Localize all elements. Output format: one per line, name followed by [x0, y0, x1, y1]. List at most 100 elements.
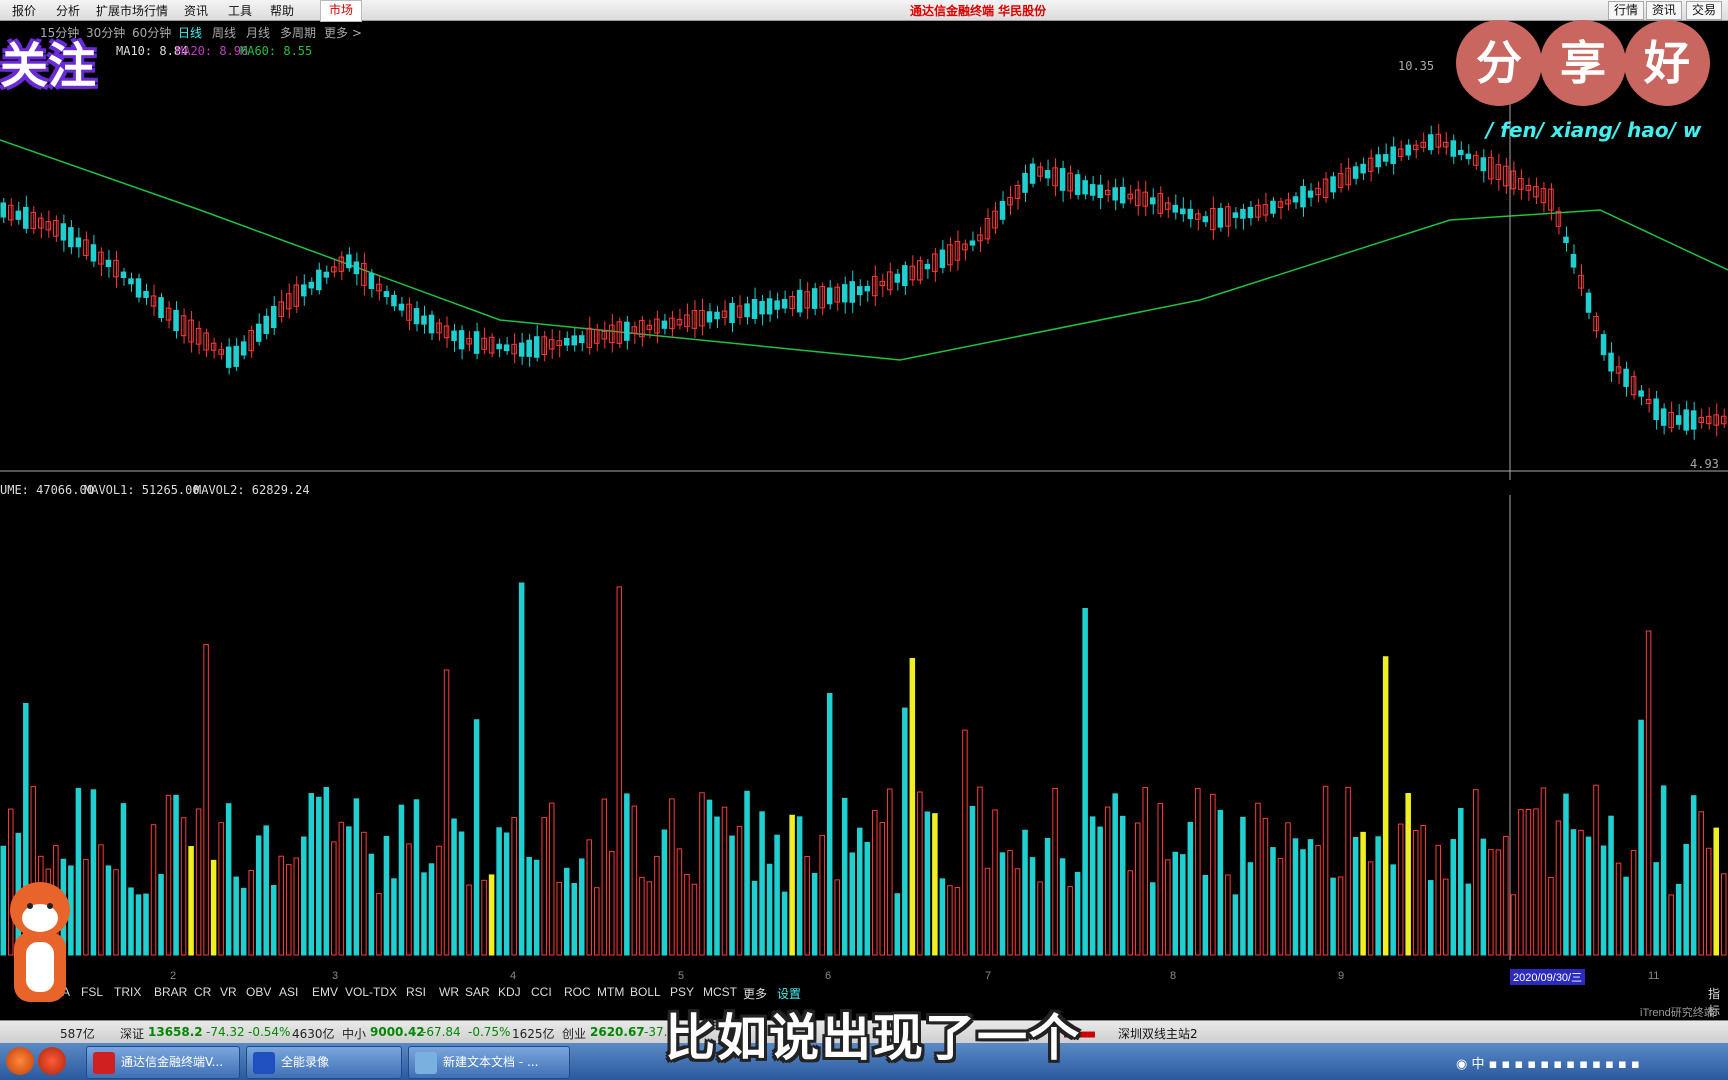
volume-bar [984, 867, 991, 956]
volume-bar [834, 879, 840, 956]
menu-help[interactable]: 帮助 [270, 2, 294, 19]
task-tdx[interactable]: 通达信金融终端V... [86, 1046, 240, 1079]
volume-bar [473, 719, 480, 956]
indicator-tab[interactable]: PSY [670, 985, 694, 999]
volume-bar [1255, 802, 1261, 956]
period-weekly[interactable]: 周线 [212, 24, 236, 41]
volume-bar [1660, 785, 1667, 956]
indicator-tab[interactable]: WR [439, 985, 459, 999]
volume-bar [323, 786, 330, 956]
indicator-tab[interactable]: CCI [531, 985, 552, 999]
task-recorder[interactable]: 全能录像 [246, 1046, 402, 1079]
volume-bar [1315, 845, 1321, 956]
indicator-tab[interactable]: ASI [279, 985, 298, 999]
indicator-tab[interactable]: MTM [597, 985, 624, 999]
kline-chart[interactable]: 10.35 4.93 [0, 40, 1728, 480]
volume-bar [225, 803, 232, 956]
volume-bar [1360, 831, 1366, 956]
volume-bar [1127, 870, 1133, 956]
volume-bar [1563, 793, 1569, 956]
indicator-tab[interactable]: VR [220, 985, 237, 999]
volume-chart[interactable] [0, 495, 1728, 960]
trade-button[interactable]: 交易 [1686, 1, 1723, 20]
indicator-tab[interactable]: KDJ [498, 985, 521, 999]
indicator-tab[interactable]: BRAR [154, 985, 187, 999]
indicator-tab[interactable]: SAR [465, 985, 490, 999]
volume-bar [1217, 809, 1224, 956]
start-button[interactable] [6, 1047, 34, 1075]
indicator-tab[interactable]: TRIX [114, 985, 141, 999]
volume-bar [1600, 845, 1607, 956]
period-monthly[interactable]: 月线 [246, 24, 270, 41]
volume-bar [1037, 881, 1043, 956]
volume-bar [1570, 829, 1577, 956]
indicator-tab[interactable]: CR [194, 985, 211, 999]
volume-bar [511, 817, 517, 956]
volume-bar [1104, 806, 1111, 956]
volume-bar [518, 582, 525, 956]
volume-bar [1187, 821, 1194, 956]
tray-icons[interactable]: ◉ 中 ▪ ▪ ▪ ▪ ▪ ▪ ▪ ▪ ▪ ▪ ▪ ▪ [1456, 1053, 1640, 1072]
volume-bar [413, 799, 420, 956]
candle [496, 343, 502, 350]
indicator-tab[interactable]: EMV [312, 985, 338, 999]
candle [1510, 170, 1517, 190]
candle [1262, 204, 1269, 216]
volume-bar [180, 817, 187, 956]
volume-bar [533, 859, 540, 956]
task-notepad[interactable]: 新建文本文档 - ... [408, 1046, 570, 1079]
indicator-tab[interactable]: VOL-TDX [345, 985, 397, 999]
volume-bar [203, 644, 209, 956]
volume-bar [1458, 808, 1464, 956]
period-more[interactable]: 更多 > [324, 24, 362, 41]
volume-bar [1322, 785, 1329, 956]
menu-quote[interactable]: 报价 [12, 2, 36, 19]
candle [1315, 187, 1321, 196]
menu-tools[interactable]: 工具 [228, 2, 252, 19]
volume-bar [879, 822, 886, 956]
market-button[interactable]: 市场 [320, 0, 363, 22]
candle [1563, 236, 1569, 244]
volume-bar [736, 826, 743, 956]
menu-analysis[interactable]: 分析 [56, 2, 80, 19]
volume-bar [1375, 836, 1381, 956]
quote-button[interactable]: 行情 [1608, 1, 1645, 20]
volume-bar [541, 817, 547, 956]
volume-bar [346, 826, 352, 956]
volume-bar [917, 791, 923, 956]
sz-value: 13658.2 [148, 1025, 203, 1039]
volume-bar [1548, 876, 1554, 956]
volume-bar [1698, 811, 1704, 956]
indicator-tab[interactable]: ROC [564, 985, 591, 999]
volume-bar [1533, 808, 1539, 956]
candle [1668, 411, 1674, 429]
indicator-tab[interactable]: RSI [406, 985, 426, 999]
sh-amount: 587亿 [60, 1027, 95, 1041]
volume-bar [1555, 820, 1562, 956]
volume-bar [1149, 882, 1156, 956]
menu-news[interactable]: 资讯 [184, 2, 208, 19]
candle [1367, 157, 1374, 172]
menu-ext-market[interactable]: 扩展市场行情 [96, 2, 168, 19]
volume-bar [684, 874, 690, 956]
zx-pct: -0.75% [468, 1025, 511, 1039]
browser-icon[interactable] [38, 1047, 66, 1075]
volume-bar [120, 803, 127, 956]
volume-bar [594, 887, 600, 956]
volume-bar [774, 834, 780, 956]
volume-bar [1390, 864, 1396, 956]
volume-bar [691, 883, 698, 956]
indicator-tab[interactable]: OBV [246, 985, 271, 999]
volume-bar [113, 869, 119, 956]
volume-bar [1195, 787, 1201, 956]
volume-bar [1285, 822, 1291, 956]
indicator-tab[interactable]: MCST [703, 985, 737, 999]
volume-bar [1503, 835, 1509, 956]
candle [1352, 166, 1359, 179]
indicator-tab[interactable]: BOLL [630, 985, 661, 999]
news-button[interactable]: 资讯 [1646, 1, 1683, 20]
volume-bar [1645, 630, 1652, 956]
period-multi[interactable]: 多周期 [280, 24, 316, 41]
period-daily[interactable]: 日线 [178, 24, 202, 41]
period-60min[interactable]: 60分钟 [132, 24, 171, 41]
